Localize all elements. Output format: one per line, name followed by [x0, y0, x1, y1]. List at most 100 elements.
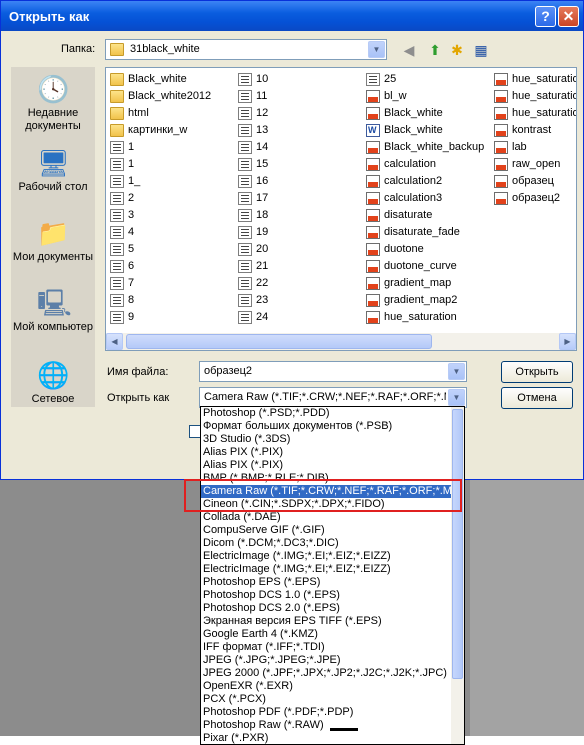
dropdown-option[interactable]: Photoshop (*.PSD;*.PDD) — [201, 407, 464, 420]
file-item[interactable]: образец2 — [494, 190, 576, 207]
place-recent[interactable]: 🕓 Недавние документы — [11, 73, 95, 133]
dropdown-option[interactable]: Photoshop DCS 2.0 (*.EPS) — [201, 602, 464, 615]
up-folder-icon[interactable]: ⬆ — [425, 41, 445, 59]
file-item[interactable]: calculation — [366, 156, 484, 173]
file-item[interactable]: 4 — [110, 224, 211, 241]
place-my-computer[interactable]: 🖳 Мой компьютер — [11, 287, 95, 334]
file-item[interactable]: 6 — [110, 258, 211, 275]
file-item[interactable]: 3 — [110, 207, 211, 224]
new-folder-icon[interactable]: ✱ — [447, 41, 467, 59]
filetype-dropdown-list[interactable]: Photoshop (*.PSD;*.PDD) Формат больших до… — [200, 406, 465, 745]
file-item[interactable]: hue_saturation — [366, 309, 484, 326]
dropdown-option[interactable]: Alias PIX (*.PIX) — [201, 459, 464, 472]
help-button[interactable]: ? — [535, 6, 556, 27]
file-item[interactable]: Black_white — [366, 105, 484, 122]
open-button[interactable]: Открыть — [501, 361, 573, 383]
file-item[interactable]: 17 — [238, 190, 268, 207]
back-icon[interactable]: ◀ — [399, 41, 419, 59]
file-item[interactable]: 19 — [238, 224, 268, 241]
file-item[interactable]: 23 — [238, 292, 268, 309]
file-item[interactable]: Black_white — [366, 122, 484, 139]
file-item[interactable]: 7 — [110, 275, 211, 292]
file-item[interactable]: gradient_map2 — [366, 292, 484, 309]
dropdown-option[interactable]: JPEG (*.JPG;*.JPEG;*.JPE) — [201, 654, 464, 667]
file-item[interactable]: 1 — [110, 156, 211, 173]
file-item[interactable]: Black_white_backup — [366, 139, 484, 156]
dropdown-option[interactable]: ElectricImage (*.IMG;*.EI;*.EIZ;*.EIZZ) — [201, 563, 464, 576]
chevron-down-icon[interactable]: ▼ — [368, 41, 385, 58]
dropdown-option[interactable]: Photoshop PDF (*.PDF;*.PDP) — [201, 706, 464, 719]
scroll-left-icon[interactable]: ◀ — [106, 333, 123, 350]
file-item[interactable]: duotone — [366, 241, 484, 258]
file-item[interactable]: 21 — [238, 258, 268, 275]
file-item[interactable]: 25 — [366, 71, 484, 88]
dropdown-option[interactable]: Экранная версия EPS TIFF (*.EPS) — [201, 615, 464, 628]
file-item[interactable]: 2 — [110, 190, 211, 207]
file-item[interactable]: html — [110, 105, 211, 122]
dropdown-option[interactable]: Collada (*.DAE) — [201, 511, 464, 524]
scroll-thumb[interactable] — [126, 334, 432, 349]
file-item[interactable]: 9 — [110, 309, 211, 326]
file-item[interactable]: duotone_curve — [366, 258, 484, 275]
file-item[interactable]: calculation3 — [366, 190, 484, 207]
chevron-down-icon[interactable]: ▼ — [448, 363, 465, 380]
chevron-down-icon[interactable]: ▼ — [448, 389, 465, 406]
dropdown-option[interactable]: Google Earth 4 (*.KMZ) — [201, 628, 464, 641]
lookin-combo[interactable]: 31black_white ▼ — [105, 39, 387, 60]
dropdown-option[interactable]: IFF формат (*.IFF;*.TDI) — [201, 641, 464, 654]
file-item[interactable]: 16 — [238, 173, 268, 190]
file-item[interactable]: lab — [494, 139, 576, 156]
cancel-button[interactable]: Отмена — [501, 387, 573, 409]
file-item[interactable]: kontrast — [494, 122, 576, 139]
dropdown-option[interactable]: CompuServe GIF (*.GIF) — [201, 524, 464, 537]
file-item[interactable]: gradient_map — [366, 275, 484, 292]
dropdown-option[interactable]: Dicom (*.DCM;*.DC3;*.DIC) — [201, 537, 464, 550]
file-item[interactable]: 20 — [238, 241, 268, 258]
dropdown-option[interactable]: Pixar (*.PXR) — [201, 732, 464, 744]
file-item[interactable]: 18 — [238, 207, 268, 224]
dropdown-option[interactable]: Alias PIX (*.PIX) — [201, 446, 464, 459]
file-item[interactable]: 10 — [238, 71, 268, 88]
file-item[interactable]: disaturate — [366, 207, 484, 224]
file-item[interactable]: hue_saturatio — [494, 105, 576, 122]
dropdown-option[interactable]: 3D Studio (*.3DS) — [201, 433, 464, 446]
file-item[interactable]: образец — [494, 173, 576, 190]
dropdown-option[interactable]: Photoshop DCS 1.0 (*.EPS) — [201, 589, 464, 602]
dropdown-option[interactable]: Формат больших документов (*.PSB) — [201, 420, 464, 433]
title-bar[interactable]: Открыть как ? ✕ — [1, 1, 583, 31]
file-item[interactable]: hue_saturatio — [494, 88, 576, 105]
dropdown-option[interactable]: JPEG 2000 (*.JPF;*.JPX;*.JP2;*.J2C;*.J2K… — [201, 667, 464, 680]
file-item[interactable]: Black_white — [110, 71, 211, 88]
file-item[interactable]: 12 — [238, 105, 268, 122]
place-my-documents[interactable]: 📁 Мои документы — [11, 217, 95, 264]
place-network[interactable]: 🌐 Сетевое — [11, 359, 95, 406]
filename-input[interactable]: образец2 ▼ — [199, 361, 467, 382]
file-item[interactable]: 15 — [238, 156, 268, 173]
file-item[interactable]: 1_ — [110, 173, 211, 190]
file-item[interactable]: calculation2 — [366, 173, 484, 190]
horizontal-scrollbar[interactable]: ◀ ▶ — [106, 333, 576, 350]
dropdown-option[interactable]: PCX (*.PCX) — [201, 693, 464, 706]
file-item[interactable]: bl_w — [366, 88, 484, 105]
file-item[interactable]: картинки_w — [110, 122, 211, 139]
file-item[interactable]: 14 — [238, 139, 268, 156]
file-item[interactable]: 22 — [238, 275, 268, 292]
dropdown-option[interactable]: ElectricImage (*.IMG;*.EI;*.EIZ;*.EIZZ) — [201, 550, 464, 563]
file-item[interactable]: 5 — [110, 241, 211, 258]
file-item[interactable]: 11 — [238, 88, 268, 105]
view-menu-icon[interactable]: ▦ — [471, 41, 491, 59]
filetype-select[interactable]: Camera Raw (*.TIF;*.CRW;*.NEF;*.RAF;*.OR… — [199, 387, 467, 408]
dropdown-option[interactable]: OpenEXR (*.EXR) — [201, 680, 464, 693]
place-desktop[interactable]: 🖥 Рабочий стол — [11, 147, 95, 194]
dropdown-option[interactable]: Photoshop EPS (*.EPS) — [201, 576, 464, 589]
file-item[interactable]: 8 — [110, 292, 211, 309]
file-item[interactable]: Black_white2012 — [110, 88, 211, 105]
scroll-right-icon[interactable]: ▶ — [559, 333, 576, 350]
file-item[interactable]: 1 — [110, 139, 211, 156]
file-item[interactable]: 24 — [238, 309, 268, 326]
file-item[interactable]: 13 — [238, 122, 268, 139]
dropdown-scroll-thumb[interactable] — [452, 409, 463, 679]
dropdown-scrollbar[interactable] — [451, 407, 464, 744]
file-list[interactable]: Black_white Black_white2012 html картинки_w… — [105, 67, 577, 351]
close-button[interactable]: ✕ — [558, 6, 579, 27]
